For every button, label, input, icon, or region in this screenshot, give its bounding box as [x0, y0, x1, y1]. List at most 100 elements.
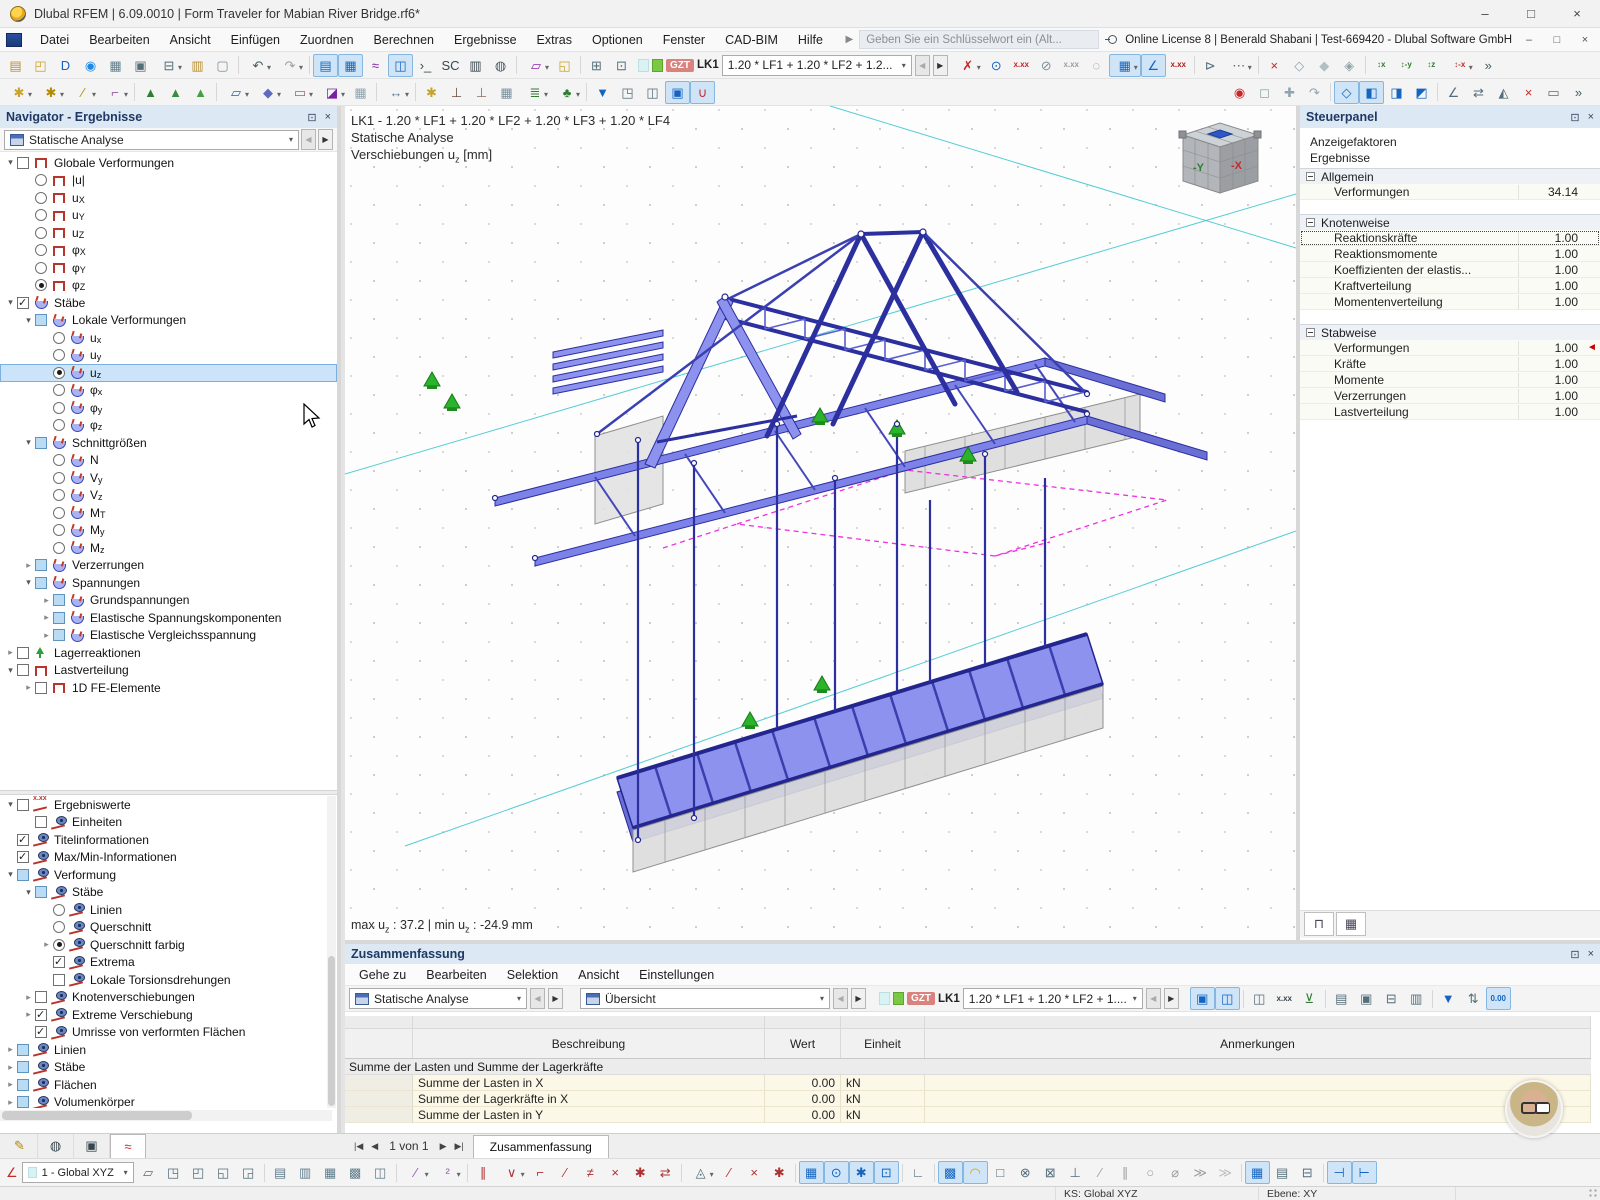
tree-item[interactable]: Lokale Torsionsdrehungen	[0, 971, 337, 989]
coordinate-system-select[interactable]: 1 - Global XYZ ▾	[21, 1162, 134, 1183]
tree-item[interactable]: Stäbe	[0, 884, 337, 902]
new-surface-button[interactable]: ▱	[220, 81, 252, 104]
navigator-tab-results[interactable]: ≈	[110, 1134, 146, 1158]
tree-checkbox[interactable]	[35, 1008, 47, 1021]
tree-item[interactable]: Volumenkörper	[0, 1094, 337, 1108]
tree-item[interactable]: u y	[0, 347, 337, 365]
select-arrow-button[interactable]: ◬	[685, 1161, 717, 1184]
select-x-button[interactable]: ×	[742, 1161, 767, 1184]
tree-checkbox[interactable]	[35, 314, 47, 327]
separator[interactable]	[1429, 987, 1436, 1010]
separator[interactable]	[1322, 987, 1329, 1010]
color-chip-cyan[interactable]	[638, 58, 649, 72]
tree-checkbox[interactable]	[53, 938, 65, 951]
result-curve-toggle[interactable]: ∪	[690, 80, 715, 104]
tree-item[interactable]: φ Z	[0, 277, 337, 295]
section-button[interactable]: ▱	[520, 54, 552, 77]
tree-item[interactable]: Umrisse von verformten Flächen	[0, 1024, 337, 1042]
tree-checkbox[interactable]	[35, 436, 47, 449]
tree-checkbox[interactable]	[17, 1096, 29, 1108]
undo-button[interactable]: ↶	[242, 54, 274, 77]
navigator-tab-display[interactable]: ◍	[38, 1134, 74, 1158]
pager-last-button[interactable]: ▶|	[451, 1141, 466, 1152]
expander-icon[interactable]	[4, 665, 17, 676]
workplane-xz-button[interactable]: ▥	[293, 1161, 318, 1184]
separator[interactable]	[393, 1161, 400, 1184]
generate-button[interactable]: ♣	[551, 81, 583, 104]
tree-item[interactable]: M T	[0, 504, 337, 522]
tree-item[interactable]: u X	[0, 189, 337, 207]
table-row[interactable]: Summe der Lagerkräfte in X 0.00 kN	[345, 1091, 1591, 1107]
view-box-button[interactable]: ◳	[615, 81, 640, 104]
display-factor-row[interactable]: Kräfte 1.00	[1300, 356, 1600, 372]
next-load-case-button[interactable]: ▶	[932, 54, 948, 76]
fe-grid-toggle[interactable]: ▦	[1244, 1161, 1270, 1184]
guideline2-button[interactable]: ²	[432, 1161, 464, 1184]
new-member-button[interactable]: ▲	[138, 81, 163, 104]
menu-item[interactable]: Datei	[30, 28, 79, 51]
tree-checkbox[interactable]	[35, 816, 47, 829]
snap-angle2-button[interactable]: ×	[603, 1161, 628, 1184]
display-factor-row[interactable]: Verformungen 1.00 ◄	[1300, 340, 1600, 356]
result-values3-button[interactable]: x.xx	[1166, 54, 1191, 77]
result-values-button[interactable]: x.xx	[1009, 54, 1034, 77]
prev-load-case-button[interactable]: ◀	[914, 54, 930, 76]
member-table-button[interactable]: ▲	[188, 81, 213, 104]
cs-list-button[interactable]: ◲	[236, 1161, 261, 1184]
display-factor-row[interactable]: Reaktionskräfte 1.00	[1300, 230, 1600, 246]
tree-item[interactable]: Einheiten	[0, 814, 337, 832]
edit-node-button[interactable]: ✱	[35, 81, 67, 104]
color-chip-cyan[interactable]	[879, 992, 890, 1005]
rotate-view-button[interactable]: ↷	[1302, 81, 1327, 104]
clip-button[interactable]: ◌	[1084, 54, 1109, 77]
separator[interactable]	[464, 1161, 471, 1184]
minimize-button[interactable]: –	[1462, 0, 1508, 27]
tree-item[interactable]: Verformung	[0, 866, 337, 884]
display-factor-row[interactable]: Allgemein	[1300, 168, 1600, 184]
tree-item[interactable]: Extrema	[0, 954, 337, 972]
export-result-button[interactable]: ⊞	[584, 54, 609, 77]
tree-checkbox[interactable]	[35, 1025, 47, 1039]
solid-view1-button[interactable]: ◇	[1287, 54, 1312, 77]
base-data-button[interactable]: ▦	[103, 54, 128, 77]
expander-icon[interactable]	[4, 647, 17, 658]
clip-plane-button[interactable]: ◭	[1491, 81, 1516, 104]
table-save-button[interactable]: ▣	[1354, 987, 1379, 1010]
console-button[interactable]: ›_	[413, 54, 438, 77]
table-view-button[interactable]: ▥	[463, 54, 488, 77]
block-button[interactable]: ▦	[348, 81, 373, 104]
tree-checkbox[interactable]	[53, 366, 65, 379]
tree-checkbox[interactable]	[53, 594, 65, 607]
close-panel-icon[interactable]: ×	[1588, 948, 1594, 961]
maximize-button[interactable]: □	[1508, 0, 1554, 27]
ortho-box-button[interactable]: □	[988, 1161, 1013, 1184]
expander-icon[interactable]	[22, 992, 35, 1003]
workplane-offset-button[interactable]: ◫	[368, 1161, 393, 1184]
column-header[interactable]: Einheit	[841, 1029, 925, 1058]
result-values2-button[interactable]: x.xx	[1059, 54, 1084, 77]
save-button[interactable]: ▣	[128, 54, 153, 77]
snap-rosette-button[interactable]: ✱	[628, 1161, 653, 1184]
tree-checkbox[interactable]	[17, 1078, 29, 1091]
expander-icon[interactable]	[4, 799, 17, 810]
close-panel-icon[interactable]: ×	[1588, 111, 1594, 124]
result-pin2-button[interactable]: ⊘	[1034, 54, 1059, 77]
insert-node-button[interactable]: ✱	[3, 81, 35, 104]
tree-checkbox[interactable]	[35, 886, 47, 899]
snap-grid-toggle[interactable]: ▦	[798, 1161, 824, 1184]
tree-checkbox[interactable]	[53, 419, 65, 432]
dimension-button[interactable]: ◱	[552, 54, 577, 77]
tree-checkbox[interactable]	[53, 384, 65, 397]
tree-item[interactable]: Elastische Spannungskomponenten	[0, 609, 337, 627]
cs-rotate-button[interactable]: ◳	[161, 1161, 186, 1184]
menu-item[interactable]: Ansicht	[568, 964, 629, 985]
expander-icon[interactable]	[22, 437, 35, 448]
display-factor-row[interactable]: Momente 1.00	[1300, 372, 1600, 388]
tree-checkbox[interactable]	[35, 279, 47, 292]
delete-view-button[interactable]: ×	[1516, 81, 1541, 104]
tree-checkbox[interactable]	[53, 921, 65, 934]
menu-item[interactable]: Fenster	[653, 28, 715, 51]
axis-minus-x-button[interactable]: ↕-x	[1444, 54, 1476, 77]
overflow2-button[interactable]: »	[1566, 81, 1591, 104]
print-button[interactable]: ⊟	[153, 54, 185, 77]
